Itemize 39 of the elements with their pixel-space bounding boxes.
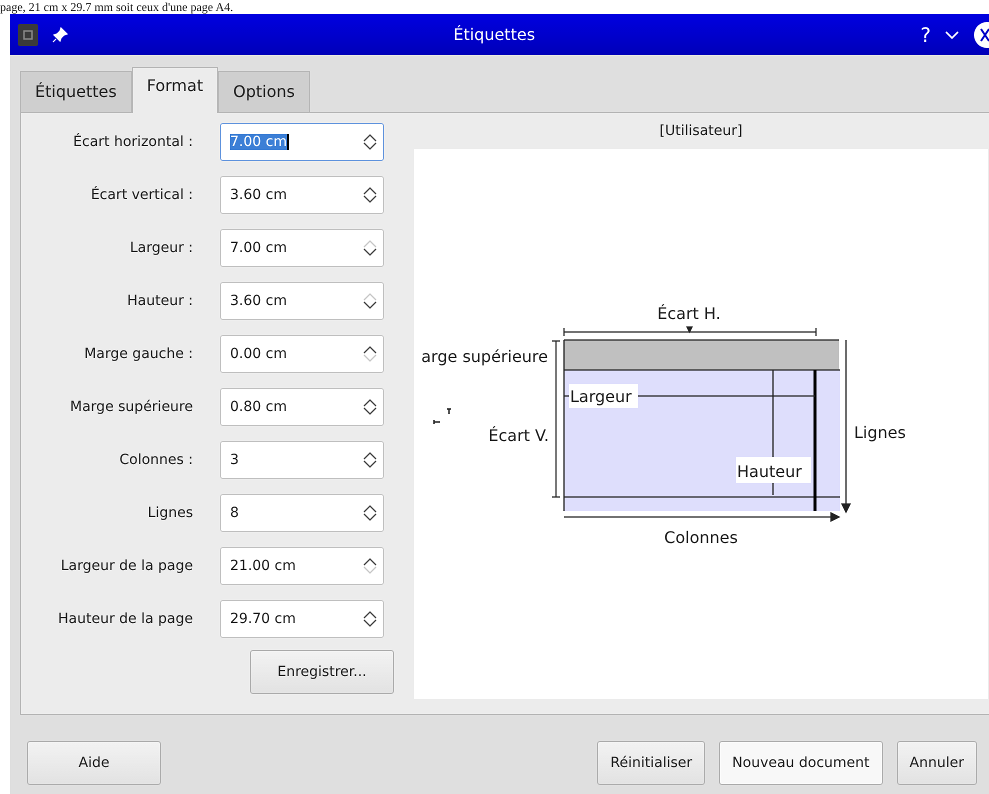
diagram-label: Écart V.	[488, 426, 549, 445]
diagram-label: Colonnes	[664, 528, 738, 547]
dialog-button[interactable]: Aide	[27, 741, 161, 785]
preview-title: [Utilisateur]	[660, 122, 742, 141]
field-label: Hauteur de la page	[57, 610, 194, 628]
field-label: Largeur :	[128, 238, 194, 258]
tab[interactable]: Options	[218, 71, 310, 112]
dialog-button[interactable]: Annuler	[896, 741, 977, 785]
window-title: Étiquettes	[452, 24, 536, 46]
spin-field[interactable]: 3.60 cm	[220, 282, 384, 320]
field-label: Marge gauche :	[83, 344, 194, 364]
field-label: Lignes	[146, 504, 194, 522]
field-label: Hauteur :	[126, 292, 194, 310]
diagram-label: Hauteur	[737, 462, 802, 481]
diagram-label: Lignes	[854, 423, 906, 442]
dialog-button[interactable]: Réinitialiser	[597, 741, 706, 785]
field-label: Largeur de la page	[60, 556, 194, 576]
spin-field[interactable]: 0.00 cm	[220, 335, 384, 373]
spin-field[interactable]: 21.00 cm	[220, 547, 384, 585]
field-label: Colonnes :	[118, 450, 194, 470]
spin-field[interactable]: 0.80 cm	[220, 388, 384, 426]
diagram-label: Écart H.	[657, 304, 721, 323]
spin-field[interactable]: 8	[220, 494, 384, 532]
diagram-label: arge supérieure	[421, 347, 548, 366]
field-label: Écart vertical :	[90, 185, 194, 204]
spin-field[interactable]: 29.70 cm	[220, 600, 384, 638]
field-label: Marge supérieure	[69, 398, 194, 416]
field-label: Écart horizontal :	[72, 132, 194, 152]
tab[interactable]: Format	[132, 67, 218, 113]
spin-field[interactable]: 7.00 cm	[220, 123, 384, 161]
diagram-label: Largeur	[570, 387, 632, 406]
spin-field[interactable]: 3.60 cm	[220, 176, 384, 214]
dialog-button[interactable]: Nouveau document	[719, 741, 883, 785]
spin-field[interactable]: 7.00 cm	[220, 229, 384, 267]
tab[interactable]: Étiquettes	[20, 71, 132, 112]
spin-field[interactable]: 3	[220, 441, 384, 479]
save-button[interactable]: Enregistrer...	[250, 650, 394, 694]
help-button[interactable]: ?	[920, 20, 931, 50]
caption-text: page, 21 cm x 29.7 mm soit ceux d'une page A4.	[0, 0, 234, 14]
